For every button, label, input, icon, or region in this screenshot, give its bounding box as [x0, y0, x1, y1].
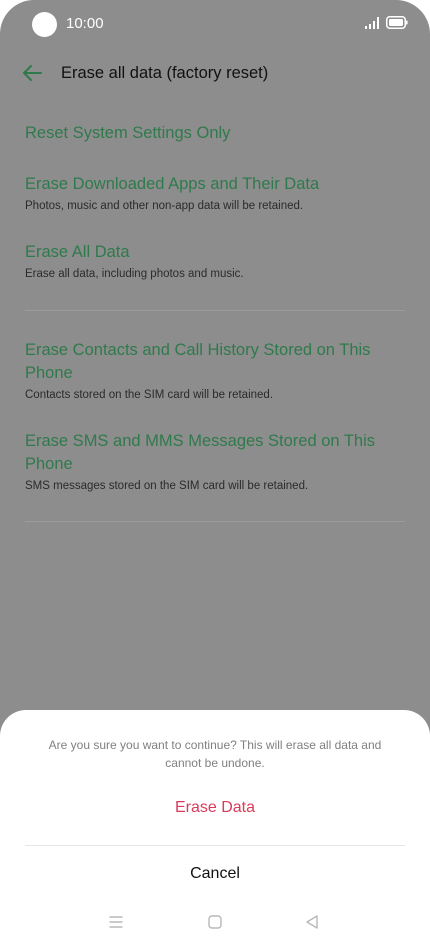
status-bar: 10:00 — [0, 0, 430, 48]
camera-dot-icon — [32, 12, 57, 37]
cancel-button[interactable]: Cancel — [25, 854, 405, 894]
option-erase-downloaded-apps[interactable]: Erase Downloaded Apps and Their Data Pho… — [25, 173, 400, 214]
status-time: 10:00 — [66, 15, 104, 32]
option-title: Erase All Data — [25, 243, 130, 261]
option-title: Erase Contacts and Call History Stored o… — [25, 341, 371, 382]
app-header: Erase all data (factory reset) — [0, 56, 430, 92]
section-divider — [25, 521, 405, 522]
back-arrow-icon[interactable] — [22, 64, 42, 82]
option-title: Erase Downloaded Apps and Their Data — [25, 175, 320, 193]
erase-data-button[interactable]: Erase Data — [25, 788, 405, 828]
option-title: Erase SMS and MMS Messages Stored on Thi… — [25, 432, 376, 473]
back-triangle-icon[interactable] — [304, 914, 320, 930]
dialog-divider — [25, 845, 405, 846]
section-divider — [25, 310, 405, 311]
option-description: Erase all data, including photos and mus… — [25, 268, 244, 280]
option-erase-all-data[interactable]: Erase All Data Erase all data, including… — [25, 241, 400, 282]
home-icon[interactable] — [207, 914, 223, 930]
dialog-message: Are you sure you want to continue? This … — [48, 738, 382, 770]
option-title: Reset System Settings Only — [25, 124, 231, 142]
system-nav-bar — [0, 906, 430, 940]
battery-icon — [386, 16, 408, 29]
option-description: Photos, music and other non-app data wil… — [25, 200, 304, 212]
option-description: Contacts stored on the SIM card will be … — [25, 389, 274, 401]
option-description: SMS messages stored on the SIM card will… — [25, 480, 309, 492]
page-title: Erase all data (factory reset) — [61, 64, 269, 82]
signal-icon — [365, 17, 379, 29]
option-erase-contacts-call-history[interactable]: Erase Contacts and Call History Stored o… — [25, 339, 400, 403]
option-erase-sms-mms[interactable]: Erase SMS and MMS Messages Stored on Thi… — [25, 430, 400, 494]
option-reset-system-settings[interactable]: Reset System Settings Only — [25, 122, 400, 145]
menu-icon[interactable] — [108, 914, 124, 930]
phone-frame: 10:00 Erase all data (factory reset) Res… — [0, 0, 430, 946]
